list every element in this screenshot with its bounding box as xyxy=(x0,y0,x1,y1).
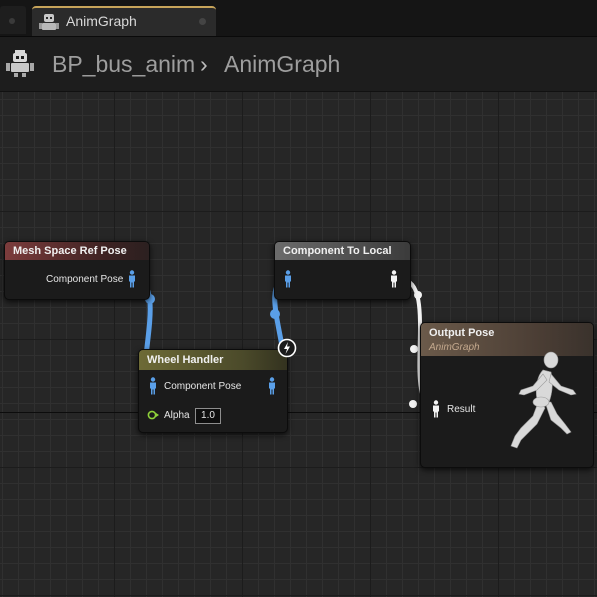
graph-canvas[interactable]: Mesh Space Ref Pose Component Pose Compo… xyxy=(0,92,597,597)
pose-figure-icon[interactable] xyxy=(389,270,399,288)
wire-knot[interactable] xyxy=(410,345,418,353)
character-blueprint-icon xyxy=(6,50,34,77)
pin-label: Result xyxy=(447,404,476,415)
node-output-pose[interactable]: Output Pose AnimGraph Result xyxy=(420,322,594,468)
close-icon[interactable] xyxy=(199,18,206,25)
node-component-to-local[interactable]: Component To Local xyxy=(274,241,411,300)
node-mesh-space-ref-pose[interactable]: Mesh Space Ref Pose Component Pose xyxy=(4,241,150,300)
pose-figure-icon[interactable] xyxy=(148,377,158,395)
tab-label: AnimGraph xyxy=(66,13,137,29)
pose-figure-icon[interactable] xyxy=(267,377,277,395)
wire-knot[interactable] xyxy=(270,309,280,319)
pose-figure-icon[interactable] xyxy=(127,270,137,288)
node-title: Mesh Space Ref Pose xyxy=(5,242,149,260)
dot-icon xyxy=(9,18,15,24)
character-blueprint-icon xyxy=(39,14,59,30)
pin-label: Component Pose xyxy=(46,274,124,285)
breadcrumb-blueprint[interactable]: BP_bus_anim xyxy=(52,51,195,78)
chevron-right-icon: › xyxy=(200,51,208,77)
wire-knot[interactable] xyxy=(409,400,417,408)
pose-figure-icon[interactable] xyxy=(283,270,293,288)
node-wheel-handler[interactable]: Wheel Handler Component Pose Alpha 1.0 xyxy=(138,349,288,433)
breadcrumb-graph[interactable]: AnimGraph xyxy=(224,51,340,78)
pin-label: Component Pose xyxy=(164,381,242,392)
alpha-label: Alpha xyxy=(164,410,190,421)
node-title: Component To Local xyxy=(275,242,410,260)
alpha-value-input[interactable]: 1.0 xyxy=(195,408,221,424)
alpha-pin-icon[interactable] xyxy=(147,410,159,420)
tab-animgraph[interactable]: AnimGraph xyxy=(32,6,216,36)
tab-bar: AnimGraph xyxy=(0,0,597,37)
running-mannequin-icon xyxy=(510,351,577,449)
node-title: Output Pose xyxy=(429,327,495,339)
tab-pin[interactable] xyxy=(0,6,26,34)
lightning-icon xyxy=(277,338,297,358)
breadcrumb: BP_bus_anim › AnimGraph xyxy=(0,37,597,92)
pose-figure-icon[interactable] xyxy=(431,400,441,418)
wire-knot[interactable] xyxy=(414,291,422,299)
node-title: Wheel Handler xyxy=(139,350,287,370)
